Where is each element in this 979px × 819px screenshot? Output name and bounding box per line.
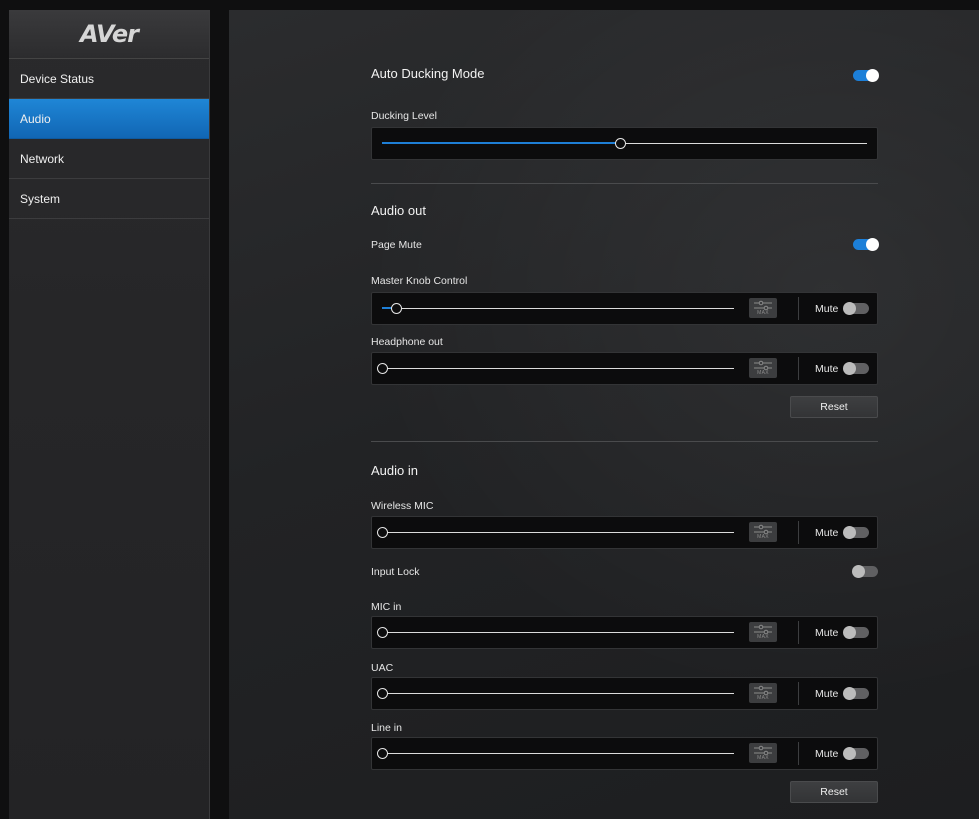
max-label: MAX (757, 634, 769, 640)
sidebar-item-device-status[interactable]: Device Status (9, 59, 209, 99)
audio-out-reset-button[interactable]: Reset (790, 396, 878, 418)
slider-thumb[interactable] (391, 303, 403, 314)
slider-track (382, 532, 734, 533)
sidebar-item-audio[interactable]: Audio (9, 99, 209, 139)
uac-slider[interactable]: MAX Mute (371, 677, 878, 710)
slider-track (382, 632, 734, 633)
mute-label: Mute (815, 627, 839, 639)
slider-thumb[interactable] (377, 688, 388, 699)
main-panel: Auto Ducking Mode Ducking Level Audio ou… (229, 10, 979, 819)
separator (798, 521, 799, 544)
ducking-level-label: Ducking Level (371, 110, 437, 122)
max-button[interactable]: MAX (749, 522, 777, 542)
slider-track (382, 753, 734, 754)
separator (798, 742, 799, 765)
equalizer-icon (754, 685, 772, 695)
sidebar-item-system[interactable]: System (9, 179, 209, 219)
sidebar-item-network[interactable]: Network (9, 139, 209, 179)
mute-label: Mute (815, 748, 839, 760)
max-button[interactable]: MAX (749, 298, 777, 318)
equalizer-icon (754, 745, 772, 755)
headphone-out-label: Headphone out (371, 336, 443, 348)
line-in-mute-toggle[interactable] (843, 747, 869, 760)
section-title-audio-in: Audio in (371, 463, 418, 478)
mute-label: Mute (815, 303, 839, 315)
page-mute-toggle[interactable] (853, 238, 879, 251)
max-button[interactable]: MAX (749, 683, 777, 703)
slider-track (382, 308, 734, 309)
wireless-mic-mute-toggle[interactable] (843, 526, 869, 539)
master-knob-slider[interactable]: MAX Mute (371, 292, 878, 325)
input-lock-label: Input Lock (371, 566, 420, 578)
uac-mute-toggle[interactable] (843, 687, 869, 700)
max-label: MAX (757, 310, 769, 316)
max-label: MAX (757, 370, 769, 376)
mic-in-label: MIC in (371, 601, 402, 613)
equalizer-icon (754, 300, 772, 310)
ducking-level-slider[interactable] (371, 127, 878, 160)
separator (798, 682, 799, 705)
slider-fill (382, 142, 620, 144)
audio-in-reset-button[interactable]: Reset (790, 781, 878, 803)
line-in-slider[interactable]: MAX Mute (371, 737, 878, 770)
divider (371, 183, 878, 184)
slider-thumb[interactable] (377, 527, 388, 538)
uac-label: UAC (371, 662, 394, 674)
sidebar: AVer Device Status Audio Network System (9, 10, 209, 819)
slider-thumb[interactable] (377, 748, 388, 759)
mute-label: Mute (815, 688, 839, 700)
master-knob-label: Master Knob Control (371, 275, 468, 287)
equalizer-icon (754, 524, 772, 534)
mic-in-slider[interactable]: MAX Mute (371, 616, 878, 649)
section-title-auto-ducking: Auto Ducking Mode (371, 66, 485, 81)
separator (798, 621, 799, 644)
equalizer-icon (754, 624, 772, 634)
mute-label: Mute (815, 363, 839, 375)
slider-thumb[interactable] (614, 138, 626, 149)
max-button[interactable]: MAX (749, 622, 777, 642)
headphone-out-slider[interactable]: MAX Mute (371, 352, 878, 385)
slider-track (382, 693, 734, 694)
line-in-label: Line in (371, 722, 402, 734)
slider-thumb[interactable] (377, 627, 388, 638)
mute-label: Mute (815, 527, 839, 539)
separator (798, 297, 799, 320)
equalizer-icon (754, 360, 772, 370)
headphone-mute-toggle[interactable] (843, 362, 869, 375)
section-title-audio-out: Audio out (371, 203, 426, 218)
wireless-mic-label: Wireless MIC (371, 500, 434, 512)
max-button[interactable]: MAX (749, 743, 777, 763)
wireless-mic-slider[interactable]: MAX Mute (371, 516, 878, 549)
max-label: MAX (757, 695, 769, 701)
divider (371, 441, 878, 442)
separator (798, 357, 799, 380)
master-mute-toggle[interactable] (843, 302, 869, 315)
slider-track (382, 368, 734, 369)
slider-thumb[interactable] (377, 363, 388, 374)
max-label: MAX (757, 755, 769, 761)
page-mute-label: Page Mute (371, 239, 422, 251)
max-label: MAX (757, 534, 769, 540)
mic-in-mute-toggle[interactable] (843, 626, 869, 639)
input-lock-toggle[interactable] (852, 565, 878, 578)
auto-ducking-toggle[interactable] (853, 69, 879, 82)
aver-logo: AVer (9, 10, 209, 59)
max-button[interactable]: MAX (749, 358, 777, 378)
